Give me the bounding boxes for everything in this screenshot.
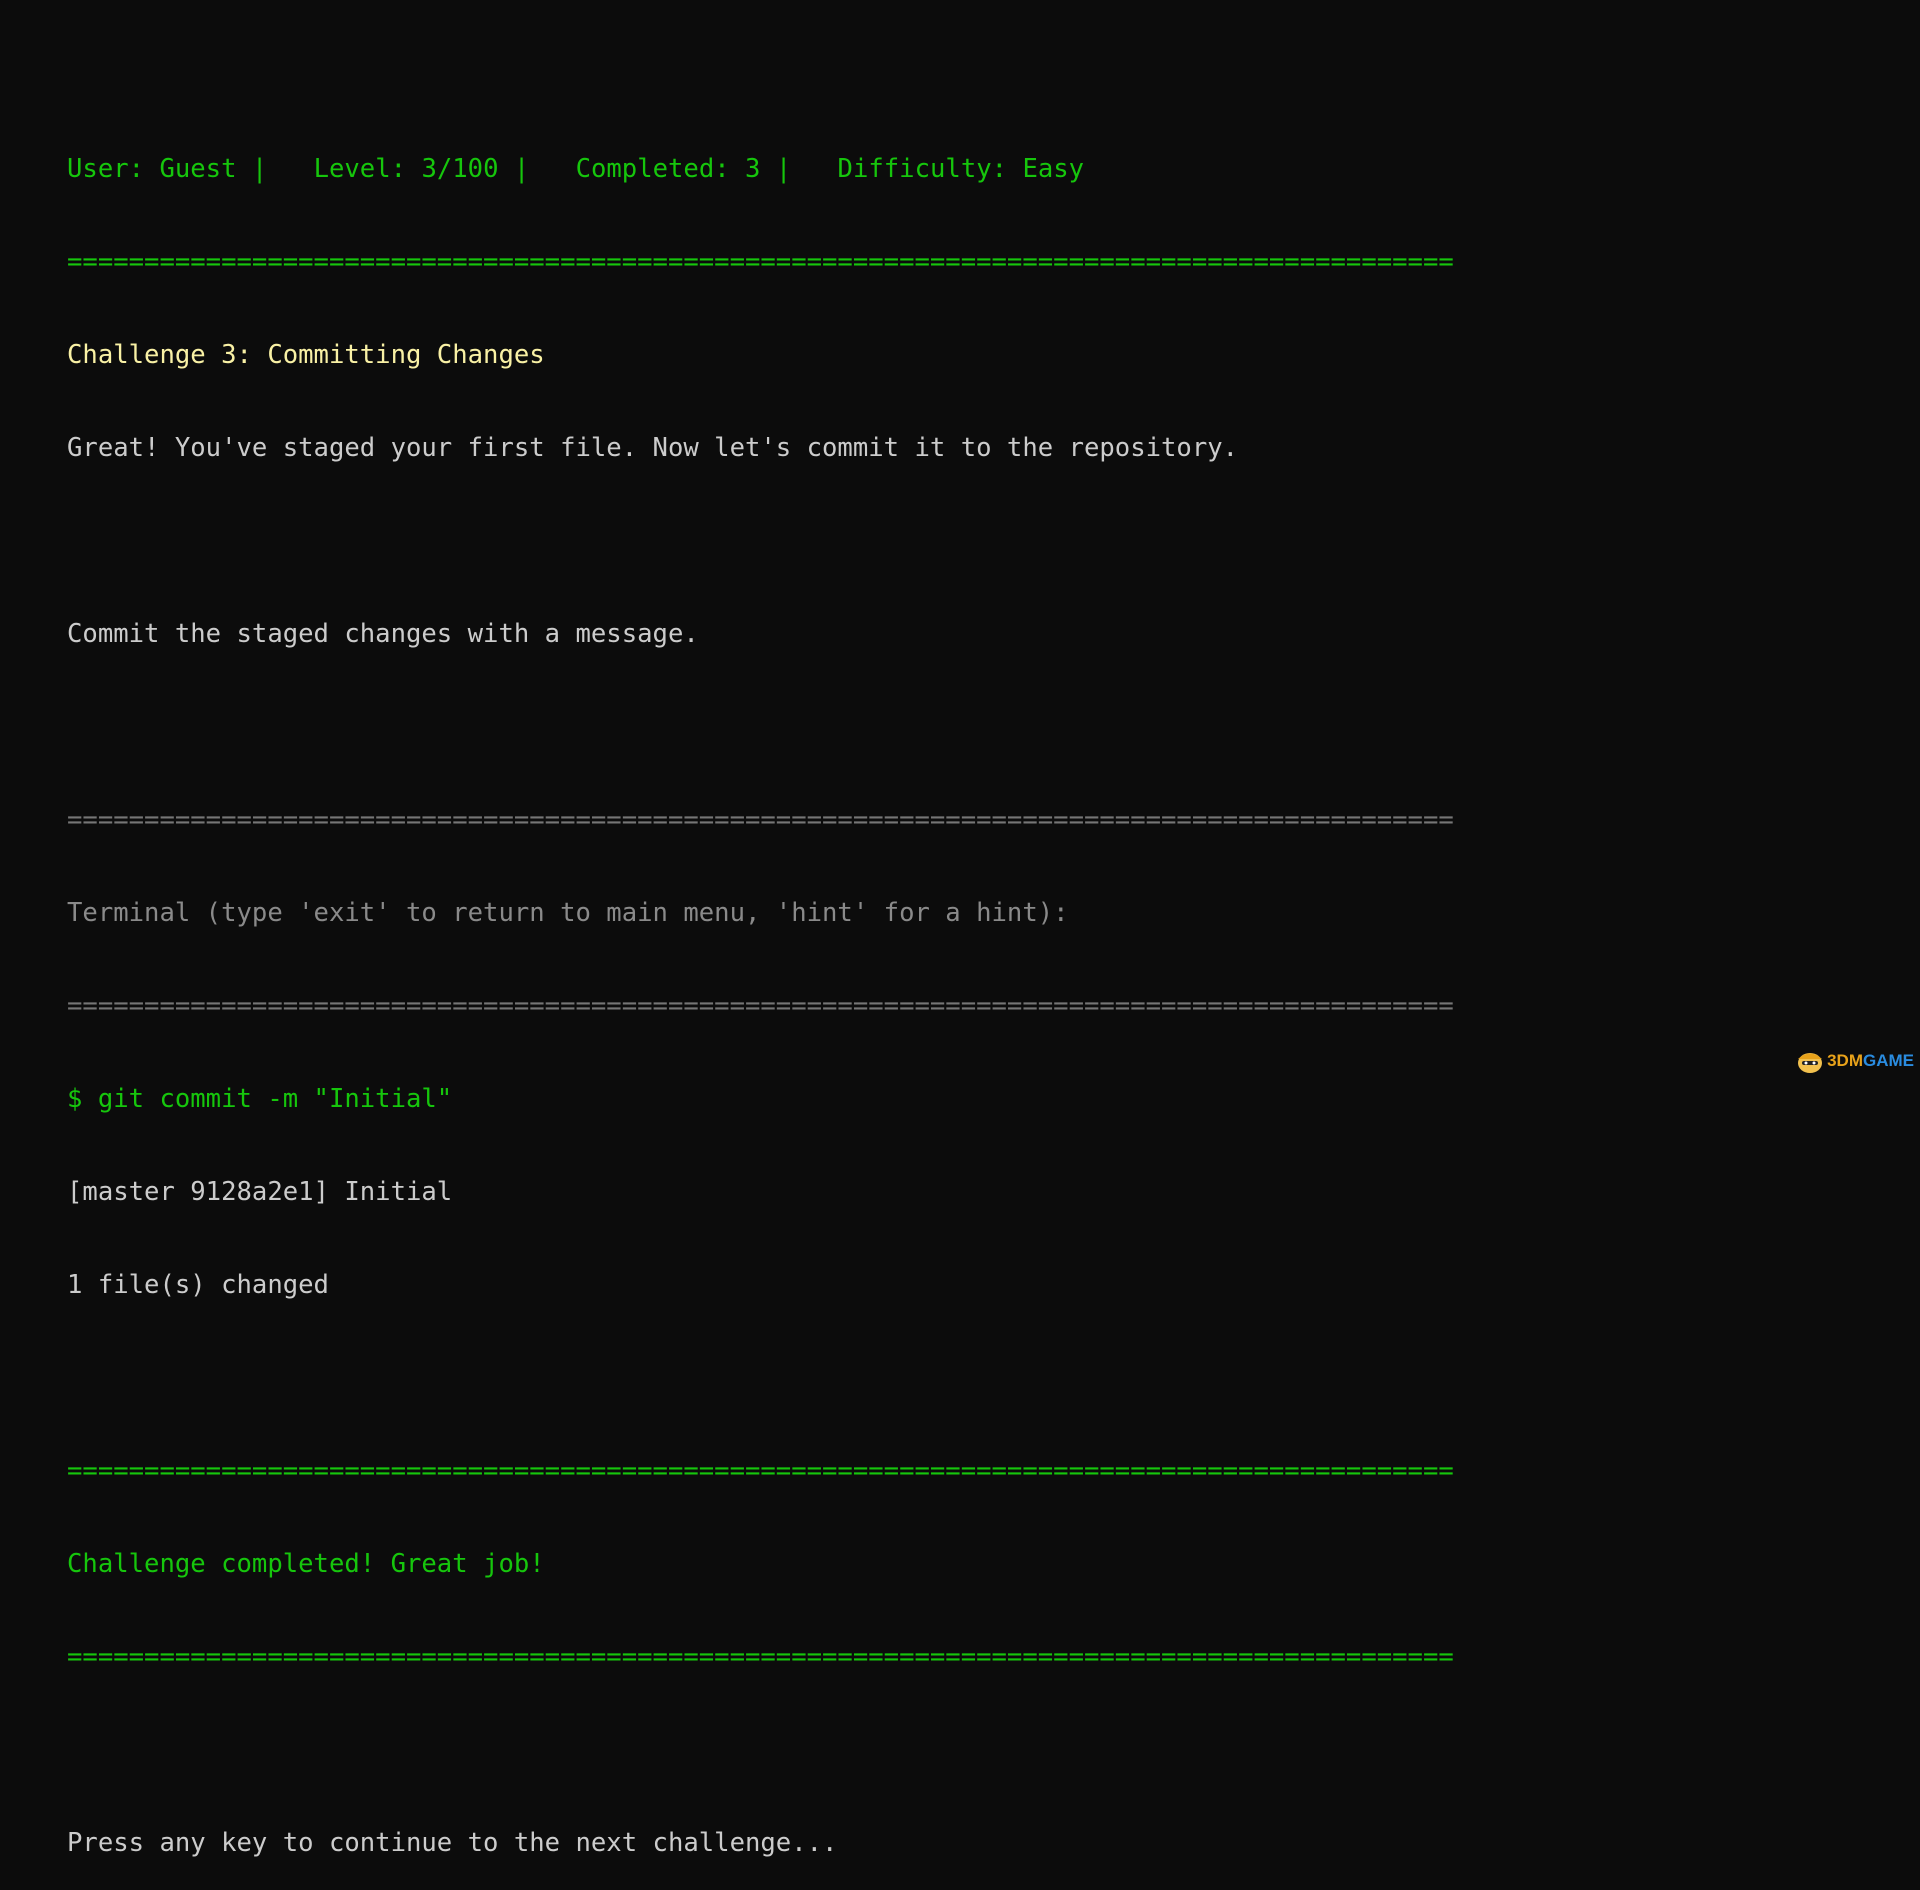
challenge-task: Commit the staged changes with a message… xyxy=(67,619,1454,650)
watermark-text-game: GAME xyxy=(1863,1051,1914,1071)
continue-prompt[interactable]: Press any key to continue to the next ch… xyxy=(67,1828,1454,1859)
terminal-command[interactable]: $ git commit -m "Initial" xyxy=(67,1084,1454,1115)
separator-line: ========================================… xyxy=(67,805,1454,836)
watermark-logo: 3DMGAME xyxy=(1795,1044,1914,1078)
terminal-prompt-text: Terminal (type 'exit' to return to main … xyxy=(67,898,1454,929)
command-output-line: 1 file(s) changed xyxy=(67,1270,1454,1301)
challenge-description: Great! You've staged your first file. No… xyxy=(67,433,1454,464)
status-level: Level: 3/100 xyxy=(314,154,499,184)
status-bar: User: Guest | Level: 3/100 | Completed: … xyxy=(67,154,1454,185)
status-separator: | xyxy=(514,154,529,184)
result-message: Challenge completed! Great job! xyxy=(67,1549,1454,1580)
mascot-icon xyxy=(1795,1048,1825,1074)
status-completed: Completed: 3 xyxy=(576,154,761,184)
watermark-text-3dm: 3DM xyxy=(1827,1051,1863,1071)
status-difficulty: Difficulty: Easy xyxy=(838,154,1085,184)
blank-line xyxy=(67,526,1454,557)
separator-line: ========================================… xyxy=(67,991,1454,1022)
blank-line xyxy=(67,1363,1454,1394)
command-output-line: [master 9128a2e1] Initial xyxy=(67,1177,1454,1208)
separator-line: ========================================… xyxy=(67,247,1454,278)
blank-line xyxy=(67,1735,1454,1766)
separator-line: ========================================… xyxy=(67,1642,1454,1673)
terminal-window: User: Guest | Level: 3/100 | Completed: … xyxy=(67,92,1454,1890)
status-separator: | xyxy=(776,154,791,184)
blank-line xyxy=(67,712,1454,743)
status-user: User: Guest xyxy=(67,154,237,184)
status-separator: | xyxy=(252,154,267,184)
challenge-title: Challenge 3: Committing Changes xyxy=(67,340,1454,371)
separator-line: ========================================… xyxy=(67,1456,1454,1487)
